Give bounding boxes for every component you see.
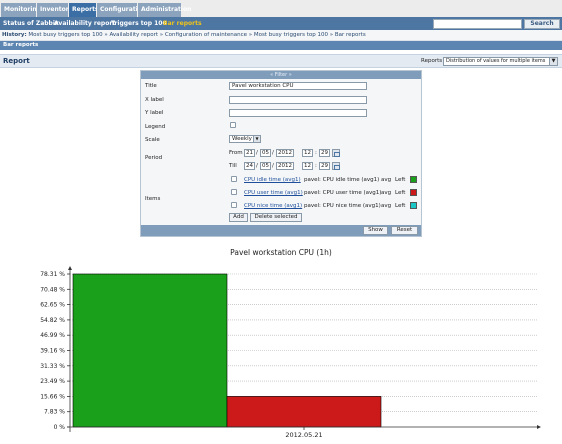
y-tick-label: 46.99 % bbox=[40, 332, 65, 339]
xlabel-input[interactable] bbox=[229, 96, 367, 104]
y-tick-label: 70.48 % bbox=[40, 286, 65, 293]
date-separator: / bbox=[272, 150, 274, 156]
title-label: Title bbox=[145, 83, 157, 89]
ylabel-input[interactable] bbox=[229, 109, 367, 117]
y-tick-label: 7.83 % bbox=[44, 409, 65, 416]
from-minute[interactable]: 29 bbox=[319, 149, 330, 157]
from-day[interactable]: 21 bbox=[244, 149, 255, 157]
tab-administration[interactable]: Administration bbox=[138, 3, 191, 17]
reset-button[interactable]: Reset bbox=[391, 226, 418, 235]
y-tick-label: 78.31 % bbox=[40, 271, 65, 278]
sub-menu-bar: Status of Zabbix Availability report Tri… bbox=[0, 17, 562, 30]
item-description: pavel: CPU user time (avg1) bbox=[304, 190, 382, 196]
item-checkbox[interactable] bbox=[231, 176, 237, 182]
item-checkbox[interactable] bbox=[231, 202, 237, 208]
item-function: avg bbox=[381, 203, 392, 209]
item-function: avg bbox=[381, 177, 392, 183]
reports-select-value: Distribution of values for multiple item… bbox=[446, 58, 546, 64]
item-axis: Left bbox=[395, 203, 406, 209]
report-header: Report Reports Distribution of values fo… bbox=[0, 54, 562, 68]
top-menu-bar: Monitoring Inventory Reports Configurati… bbox=[0, 0, 562, 17]
till-hour[interactable]: 12 bbox=[302, 162, 313, 170]
time-separator: : bbox=[315, 163, 317, 169]
tab-reports[interactable]: Reports bbox=[69, 3, 99, 17]
bar-chart: 78.31 % 70.48 % 62.65 % 54.82 % 46.99 % 39.16… bbox=[40, 266, 541, 439]
delete-selected-button[interactable]: Delete selected bbox=[250, 213, 302, 222]
sub-availability-report[interactable]: Availability report bbox=[54, 17, 115, 30]
till-year[interactable]: 2012 bbox=[276, 162, 294, 170]
item-description: pavel: CPU nice time (avg1) bbox=[304, 203, 381, 209]
sub-triggers-top-100[interactable]: Triggers top 100 bbox=[111, 17, 167, 30]
chevron-down-icon: ▼ bbox=[253, 136, 260, 142]
history-label: History: bbox=[2, 32, 27, 38]
search-input[interactable] bbox=[433, 19, 522, 29]
till-label: Till bbox=[229, 163, 237, 169]
filter-footer: Show Reset bbox=[141, 225, 421, 236]
x-axis-arrow-icon bbox=[537, 425, 541, 429]
history-breadcrumb: History: Most busy triggers top 100 » Av… bbox=[0, 30, 562, 41]
bar bbox=[72, 273, 228, 428]
scale-select-value: Weekly bbox=[232, 136, 252, 142]
filter-toggle[interactable]: « Filter » bbox=[141, 71, 421, 79]
calendar-icon[interactable] bbox=[332, 149, 340, 157]
item-color-swatch[interactable] bbox=[410, 202, 417, 209]
till-day[interactable]: 24 bbox=[244, 162, 255, 170]
y-tick-label: 15.66 % bbox=[40, 393, 65, 400]
title-input[interactable]: Pavel workstation CPU bbox=[229, 82, 367, 90]
item-link[interactable]: CPU idle time (avg1) bbox=[244, 177, 301, 183]
scale-label: Scale bbox=[145, 137, 160, 143]
y-tick-label: 0 % bbox=[54, 424, 66, 431]
period-label: Period bbox=[145, 155, 163, 161]
reports-label: Reports bbox=[421, 58, 443, 64]
x-category-label: 2012.05.21 bbox=[285, 431, 322, 439]
sub-status-of-zabbix[interactable]: Status of Zabbix bbox=[3, 17, 59, 30]
y-tick-label: 54.82 % bbox=[40, 317, 65, 324]
date-separator: / bbox=[256, 150, 258, 156]
from-month[interactable]: 05 bbox=[260, 149, 271, 157]
filter-panel: « Filter » Title Pavel workstation CPU X… bbox=[140, 70, 422, 237]
item-description: pavel: CPU idle time (avg1) bbox=[304, 177, 380, 183]
show-button[interactable]: Show bbox=[363, 226, 388, 235]
legend-label: Legend bbox=[145, 124, 166, 130]
y-tick-label: 23.49 % bbox=[40, 378, 65, 385]
item-function: avg bbox=[381, 190, 392, 196]
from-hour[interactable]: 12 bbox=[302, 149, 313, 157]
reports-select[interactable]: Distribution of values for multiple item… bbox=[443, 57, 558, 66]
tab-inventory[interactable]: Inventory bbox=[37, 3, 73, 17]
chevron-down-icon: ▼ bbox=[549, 58, 557, 65]
item-color-swatch[interactable] bbox=[410, 189, 417, 196]
item-checkbox[interactable] bbox=[231, 189, 237, 195]
add-item-button[interactable]: Add bbox=[229, 213, 248, 222]
y-tick-label: 62.65 % bbox=[40, 302, 65, 309]
item-color-swatch[interactable] bbox=[410, 176, 417, 183]
scale-select[interactable]: Weekly ▼ bbox=[229, 135, 261, 143]
y-axis-arrow-icon bbox=[68, 266, 72, 270]
sub-bar-reports[interactable]: Bar reports bbox=[163, 17, 202, 30]
item-link[interactable]: CPU nice time (avg1) bbox=[244, 203, 302, 209]
ylabel-label: Y label bbox=[145, 110, 164, 116]
items-label: Items bbox=[145, 196, 161, 202]
tab-monitoring[interactable]: Monitoring bbox=[1, 3, 41, 17]
y-tick-label: 39.16 % bbox=[40, 348, 65, 355]
item-link[interactable]: CPU user time (avg1) bbox=[244, 190, 303, 196]
item-axis: Left bbox=[395, 177, 406, 183]
till-month[interactable]: 05 bbox=[260, 162, 271, 170]
till-minute[interactable]: 29 bbox=[319, 162, 330, 170]
y-tick-label: 31.33 % bbox=[40, 363, 65, 370]
history-path[interactable]: Most busy triggers top 100 » Availabilit… bbox=[28, 32, 365, 38]
page-title: Report bbox=[3, 57, 30, 65]
tab-configuration[interactable]: Configuration bbox=[97, 3, 146, 17]
date-separator: / bbox=[256, 163, 258, 169]
time-separator: : bbox=[315, 150, 317, 156]
calendar-icon[interactable] bbox=[332, 162, 340, 170]
xlabel-label: X label bbox=[145, 97, 164, 103]
legend-checkbox[interactable] bbox=[230, 122, 236, 128]
item-axis: Left bbox=[395, 190, 406, 196]
bar bbox=[226, 396, 382, 428]
search-button[interactable]: Search bbox=[524, 19, 560, 29]
from-label: From bbox=[229, 150, 243, 156]
section-title: Bar reports bbox=[0, 41, 562, 50]
from-year[interactable]: 2012 bbox=[276, 149, 294, 157]
date-separator: / bbox=[272, 163, 274, 169]
